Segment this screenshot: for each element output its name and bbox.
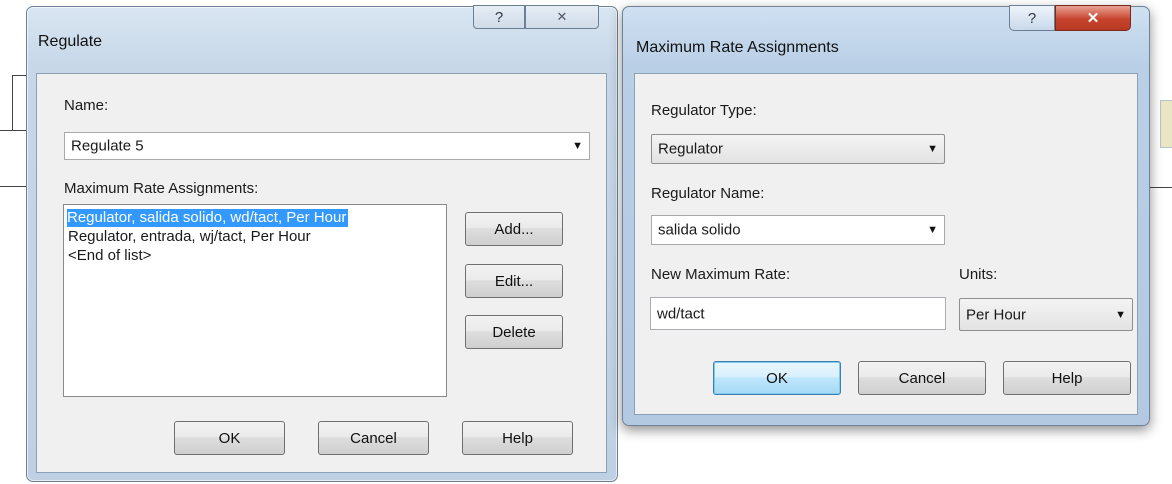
close-title-button[interactable]: ✕ xyxy=(1055,5,1131,31)
close-icon: ✕ xyxy=(556,9,568,24)
edit-button[interactable]: Edit... xyxy=(465,264,563,298)
dialog-title: Regulate xyxy=(38,33,103,50)
dialog-client-area: Regulator Type: Regulator ▼ Regulator Na… xyxy=(634,73,1138,415)
regulator-type-label: Regulator Type: xyxy=(651,102,757,119)
cancel-button[interactable]: Cancel xyxy=(858,361,986,395)
dialog-title: Maximum Rate Assignments xyxy=(636,39,839,56)
ok-button[interactable]: OK xyxy=(713,361,841,395)
list-item[interactable]: Regulator, salida solido, wd/tact, Per H… xyxy=(67,209,349,227)
regulate-dialog: Regulate ? ✕ Name: Regulate 5 ▼ Maximum … xyxy=(26,5,618,482)
list-item[interactable]: Regulator, entrada, wj/tact, Per Hour xyxy=(68,228,311,246)
workspace-line xyxy=(12,75,13,131)
regulator-name-combobox[interactable]: salida solido ▼ xyxy=(651,215,945,245)
regulator-type-value: Regulator xyxy=(658,140,724,158)
cancel-button[interactable]: Cancel xyxy=(318,421,429,455)
delete-button[interactable]: Delete xyxy=(465,315,563,349)
chevron-down-icon[interactable]: ▼ xyxy=(927,224,938,236)
regulator-name-label: Regulator Name: xyxy=(651,185,765,202)
list-item[interactable]: <End of list> xyxy=(68,247,151,265)
units-value: Per Hour xyxy=(966,306,1027,323)
help-button[interactable]: Help xyxy=(462,421,573,455)
assignments-listbox[interactable]: Regulator, salida solido, wd/tact, Per H… xyxy=(63,204,447,397)
workspace-block xyxy=(1160,100,1172,148)
help-icon: ? xyxy=(494,8,504,26)
dialog-client-area: Name: Regulate 5 ▼ Maximum Rate Assignme… xyxy=(36,73,607,473)
new-rate-value: wd/tact xyxy=(657,305,705,322)
chevron-down-icon[interactable]: ▼ xyxy=(927,143,938,155)
ok-button[interactable]: OK xyxy=(174,421,285,455)
regulator-name-value: salida solido xyxy=(658,221,741,239)
chevron-down-icon[interactable]: ▼ xyxy=(1115,309,1126,321)
help-title-button[interactable]: ? xyxy=(1009,5,1055,31)
add-button[interactable]: Add... xyxy=(465,212,563,246)
new-rate-input[interactable]: wd/tact xyxy=(650,297,946,330)
help-icon: ? xyxy=(1027,9,1037,27)
max-rate-dialog: Maximum Rate Assignments ? ✕ Regulator T… xyxy=(622,5,1150,426)
name-label: Name: xyxy=(64,97,109,114)
close-title-button[interactable]: ✕ xyxy=(525,5,599,29)
units-select[interactable]: Per Hour ▼ xyxy=(959,298,1133,331)
assignments-label: Maximum Rate Assignments: xyxy=(64,180,259,197)
regulator-type-select[interactable]: Regulator ▼ xyxy=(651,134,945,164)
close-icon: ✕ xyxy=(1086,10,1100,27)
help-title-button[interactable]: ? xyxy=(473,5,525,29)
new-rate-label: New Maximum Rate: xyxy=(651,266,791,283)
name-value: Regulate 5 xyxy=(71,137,144,155)
chevron-down-icon[interactable]: ▼ xyxy=(572,140,583,152)
help-button[interactable]: Help xyxy=(1003,361,1131,395)
units-label: Units: xyxy=(959,266,998,283)
name-combobox[interactable]: Regulate 5 ▼ xyxy=(64,132,590,160)
